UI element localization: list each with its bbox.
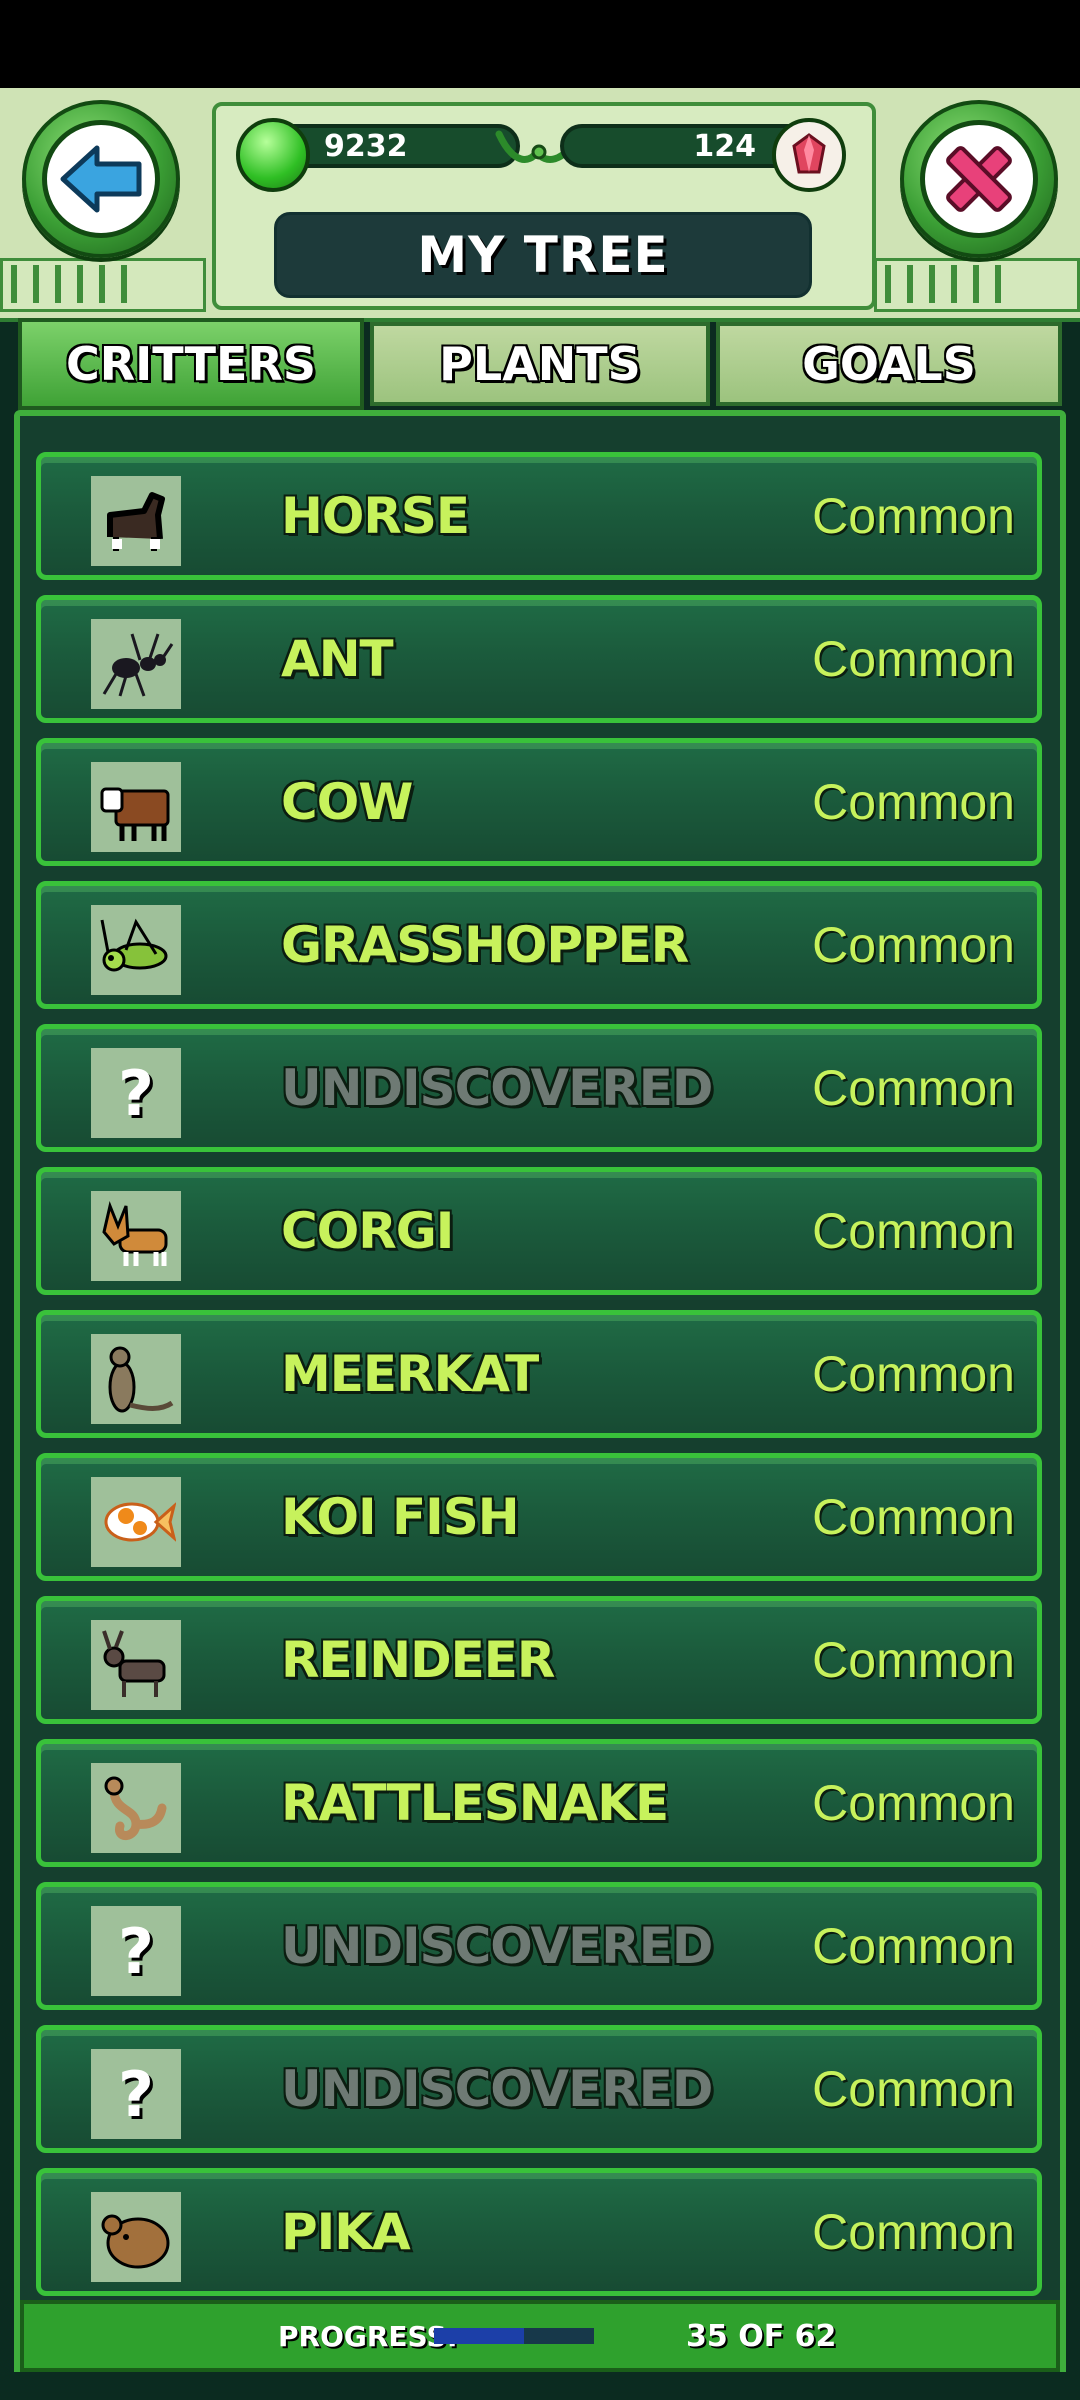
list-item[interactable]: ANT Common xyxy=(36,595,1042,723)
list-item[interactable]: ? UNDISCOVERED Common xyxy=(36,2025,1042,2153)
tab-critters[interactable]: CRITTERS xyxy=(18,318,364,410)
critter-list[interactable]: HORSE Common ANT Common COW Common GRASS… xyxy=(36,452,1042,2311)
progress-bar xyxy=(434,2328,594,2344)
gem-count: 9232 xyxy=(324,128,408,164)
list-item[interactable]: HORSE Common xyxy=(36,452,1042,580)
close-x-icon xyxy=(946,146,1012,212)
critter-rarity: Common xyxy=(812,1203,1015,1259)
progress-count: 35 OF 62 xyxy=(686,2318,837,2354)
reindeer-icon xyxy=(91,1620,181,1710)
red-crystal-icon xyxy=(772,118,846,192)
bottom-edge xyxy=(0,2372,1080,2400)
progress-footer: PROGRESS: 35 OF 62 xyxy=(20,2300,1060,2372)
critter-rarity: Common xyxy=(812,1918,1015,1974)
list-item[interactable]: GRASSHOPPER Common xyxy=(36,881,1042,1009)
question-mark-icon: ? xyxy=(91,1906,181,1996)
critter-rarity: Common xyxy=(812,2061,1015,2117)
crystal-count: 124 xyxy=(693,128,756,164)
critter-name: UNDISCOVERED xyxy=(281,1059,713,1117)
critter-rarity: Common xyxy=(812,2204,1015,2260)
list-item[interactable]: PIKA Common xyxy=(36,2168,1042,2296)
question-mark-icon: ? xyxy=(91,2049,181,2139)
tab-bar: CRITTERS PLANTS GOALS xyxy=(18,318,1062,410)
critter-name: ANT xyxy=(281,630,394,688)
critter-rarity: Common xyxy=(812,1632,1015,1688)
close-button[interactable] xyxy=(900,100,1058,258)
meerkat-icon xyxy=(91,1334,181,1424)
critter-name: GRASSHOPPER xyxy=(281,916,689,974)
critter-name: KOI FISH xyxy=(281,1488,520,1546)
list-item[interactable]: MEERKAT Common xyxy=(36,1310,1042,1438)
status-bar xyxy=(0,0,1080,88)
list-item[interactable]: COW Common xyxy=(36,738,1042,866)
critter-rarity: Common xyxy=(812,631,1015,687)
koi-fish-icon xyxy=(91,1477,181,1567)
ant-icon xyxy=(91,619,181,709)
critter-rarity: Common xyxy=(812,488,1015,544)
pika-icon xyxy=(91,2192,181,2282)
list-item[interactable]: KOI FISH Common xyxy=(36,1453,1042,1581)
page-title: MY TREE xyxy=(274,212,812,298)
list-item[interactable]: RATTLESNAKE Common xyxy=(36,1739,1042,1867)
corgi-icon xyxy=(91,1191,181,1281)
progress-bar-fill xyxy=(434,2328,525,2344)
list-item[interactable]: REINDEER Common xyxy=(36,1596,1042,1724)
cow-icon xyxy=(91,762,181,852)
horse-icon xyxy=(91,476,181,566)
list-item[interactable]: ? UNDISCOVERED Common xyxy=(36,1882,1042,2010)
green-gem-icon xyxy=(236,118,310,192)
tab-plants[interactable]: PLANTS xyxy=(370,322,710,406)
tab-goals[interactable]: GOALS xyxy=(716,322,1062,406)
critter-rarity: Common xyxy=(812,1346,1015,1402)
header: 9232 124 MY TREE xyxy=(0,88,1080,322)
header-rail-right xyxy=(874,258,1080,312)
critter-rarity: Common xyxy=(812,1060,1015,1116)
critter-rarity: Common xyxy=(812,774,1015,830)
list-item[interactable]: CORGI Common xyxy=(36,1167,1042,1295)
critter-name: HORSE xyxy=(281,487,470,545)
back-button[interactable] xyxy=(22,100,180,258)
critter-rarity: Common xyxy=(812,1775,1015,1831)
critter-name: REINDEER xyxy=(281,1631,555,1689)
back-arrow-icon xyxy=(60,145,142,213)
header-rail-left xyxy=(0,258,206,312)
rattlesnake-icon xyxy=(91,1763,181,1853)
critter-rarity: Common xyxy=(812,1489,1015,1545)
critter-name: RATTLESNAKE xyxy=(281,1774,669,1832)
question-mark-icon: ? xyxy=(91,1048,181,1138)
critter-name: COW xyxy=(281,773,413,831)
critter-name: UNDISCOVERED xyxy=(281,2060,713,2118)
critter-name: MEERKAT xyxy=(281,1345,539,1403)
grasshopper-icon xyxy=(91,905,181,995)
critter-name: CORGI xyxy=(281,1202,454,1260)
critter-rarity: Common xyxy=(812,917,1015,973)
critter-name: UNDISCOVERED xyxy=(281,1917,713,1975)
critter-name: PIKA xyxy=(281,2203,411,2261)
progress-label: PROGRESS: xyxy=(278,2319,458,2353)
list-item[interactable]: ? UNDISCOVERED Common xyxy=(36,1024,1042,1152)
